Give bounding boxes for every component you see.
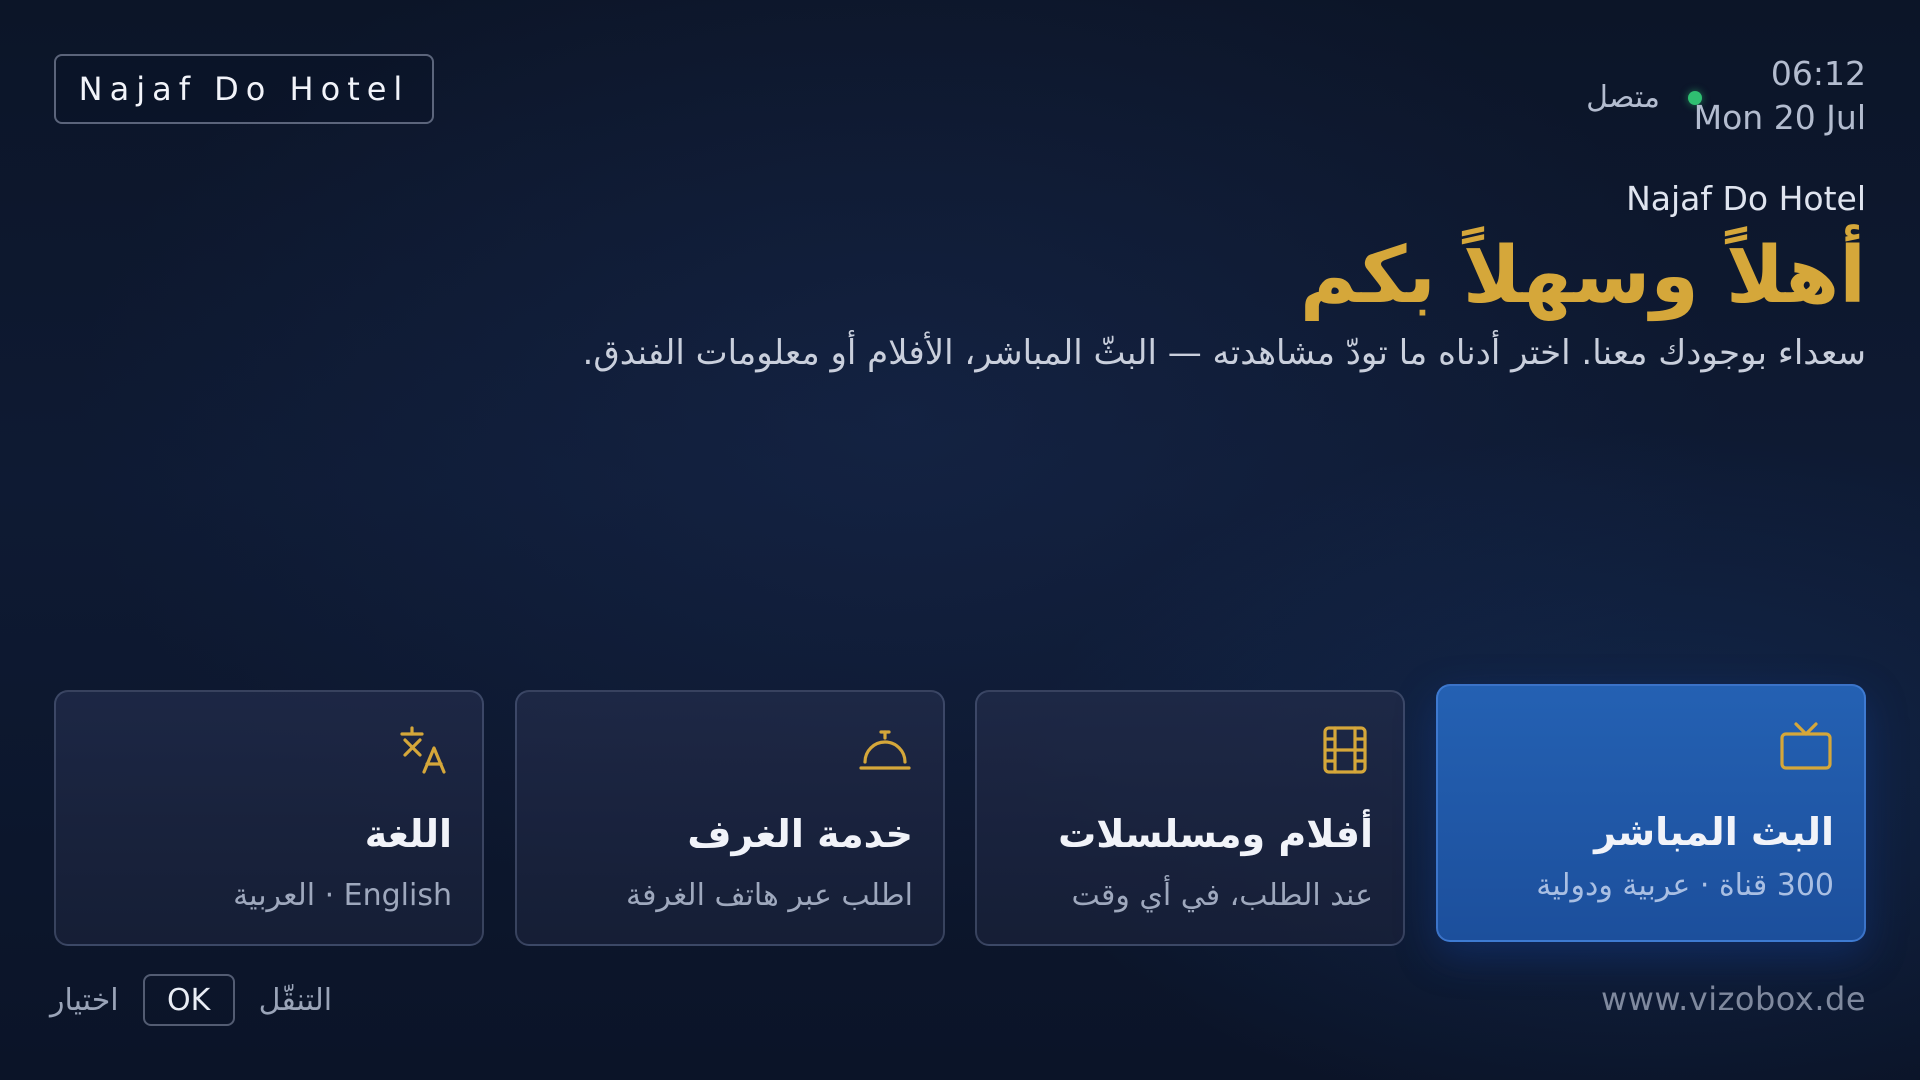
card-description: اطلب عبر هاتف الغرفة (625, 878, 913, 913)
hotel-logo: Najaf Do Hotel (54, 54, 434, 124)
status-label: متصل (1586, 80, 1660, 115)
card-room-service[interactable]: خدمة الغرف اطلب عبر هاتف الغرفة (515, 690, 945, 946)
clock: 06:12 Mon 20 Jul (1694, 52, 1866, 140)
card-title: البث المباشر (1594, 810, 1834, 854)
card-description: 300 قناة · عربية ودولية (1536, 868, 1834, 903)
tv-icon (1780, 722, 1832, 770)
select-hint-label: اختيار (50, 982, 119, 1018)
card-language[interactable]: اللغة English · العربية (54, 690, 484, 946)
card-movies[interactable]: أفلام ومسلسلات عند الطلب، في أي وقت (975, 690, 1405, 946)
hotel-name: Najaf Do Hotel (1626, 179, 1866, 218)
clock-time: 06:12 (1770, 54, 1866, 93)
card-description: English · العربية (233, 878, 452, 913)
card-title: اللغة (364, 812, 452, 856)
ok-key[interactable]: OK (142, 974, 235, 1026)
card-title: أفلام ومسلسلات (1058, 812, 1373, 856)
navigate-hint-label: التنقّل (258, 982, 333, 1018)
welcome-section: Najaf Do Hotel أهلاً وسهلاً بكم سعداء بو… (466, 174, 1866, 380)
translate-icon (400, 726, 446, 774)
logo-text: Najaf Do Hotel (78, 70, 410, 108)
menu-cards: اللغة English · العربية خدمة الغرف اطلب … (54, 684, 1866, 946)
card-live-tv[interactable]: البث المباشر 300 قناة · عربية ودولية (1436, 684, 1866, 942)
clock-date: Mon 20 Jul (1693, 98, 1866, 137)
welcome-subtitle: سعداء بوجودك معنا. اختر أدناه ما تودّ مش… (582, 333, 1866, 373)
card-title: خدمة الغرف (687, 812, 913, 856)
welcome-heading: أهلاً وسهلاً بكم (1299, 231, 1866, 321)
card-description: عند الطلب، في أي وقت (1071, 878, 1373, 913)
film-icon (1323, 726, 1367, 774)
remote-hints: اختيار OK التنقّل (50, 972, 332, 1028)
connection-status: متصل (1586, 80, 1702, 115)
service-bell-icon (859, 730, 911, 770)
website-link: www.vizobox.de (1601, 980, 1866, 1018)
